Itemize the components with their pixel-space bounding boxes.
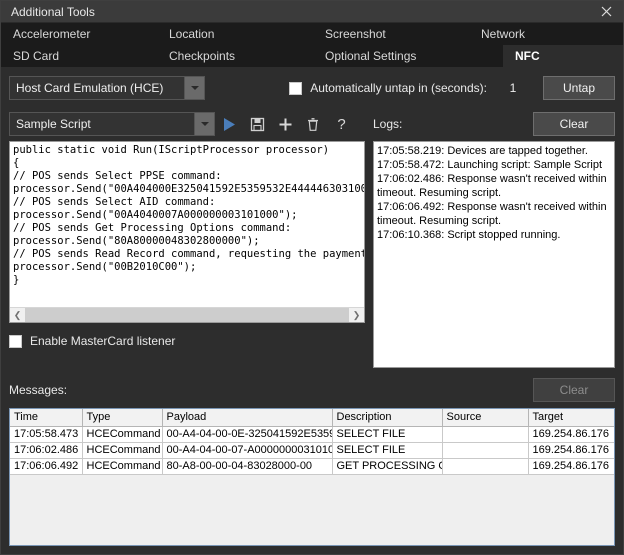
cell-source bbox=[442, 442, 529, 459]
column-header-payload[interactable]: Payload bbox=[162, 409, 333, 427]
table-row[interactable]: 17:06:02.486 HCECommand 00-A4-04-00-07-A… bbox=[10, 442, 614, 459]
logs-pane: Logs: Clear 17:05:58.219: Devices are ta… bbox=[373, 111, 615, 368]
logs-clear-button[interactable]: Clear bbox=[533, 112, 615, 136]
question-icon[interactable]: ? bbox=[327, 111, 355, 137]
messages-header: Messages: Clear bbox=[9, 376, 615, 404]
logs-title: Logs: bbox=[373, 117, 403, 131]
mastercard-listener-checkbox[interactable] bbox=[9, 334, 22, 348]
tab-label: NFC bbox=[515, 49, 540, 63]
window-title: Additional Tools bbox=[11, 4, 95, 19]
column-header-description[interactable]: Description bbox=[332, 409, 443, 427]
cell-description: SELECT FILE bbox=[332, 426, 443, 443]
save-icon[interactable] bbox=[243, 111, 271, 137]
tab-label: Optional Settings bbox=[325, 49, 417, 63]
tab-row-1: Accelerometer Location Screenshot Networ… bbox=[1, 23, 623, 45]
svg-text:?: ? bbox=[337, 116, 345, 132]
cell-target: 169.254.86.176 bbox=[528, 442, 614, 459]
tab-label: Screenshot bbox=[325, 27, 386, 41]
play-icon[interactable] bbox=[215, 111, 243, 137]
tab-nfc[interactable]: NFC bbox=[503, 45, 623, 67]
messages-grid[interactable]: Time Type Payload Description Source Tar… bbox=[9, 408, 615, 546]
log-entry: 17:05:58.472: Launching script: Sample S… bbox=[377, 159, 603, 171]
tab-label: Location bbox=[169, 27, 215, 41]
tab-label: Network bbox=[481, 27, 526, 41]
cell-target: 169.254.86.176 bbox=[528, 426, 614, 443]
cell-description: SELECT FILE bbox=[332, 442, 443, 459]
messages-table: Time Type Payload Description Source Tar… bbox=[10, 409, 614, 475]
script-code-text[interactable]: public static void Run(IScriptProcessor … bbox=[10, 142, 364, 307]
column-header-source[interactable]: Source bbox=[442, 409, 529, 427]
additional-tools-window: Additional Tools Accelerometer Location … bbox=[0, 0, 624, 555]
messages-clear-button[interactable]: Clear bbox=[533, 378, 615, 402]
mastercard-listener-label: Enable MasterCard listener bbox=[30, 334, 176, 348]
mastercard-listener-row: Enable MasterCard listener bbox=[9, 329, 365, 353]
cell-payload: 80-A8-00-00-04-83028000-00 bbox=[162, 458, 333, 475]
cell-description: GET PROCESSING OP bbox=[332, 458, 443, 475]
tab-checkpoints[interactable]: Checkpoints bbox=[157, 45, 313, 67]
log-entry: 17:06:02.486: Response wasn't received w… bbox=[377, 173, 607, 199]
auto-untap-checkbox[interactable] bbox=[289, 81, 303, 95]
messages-title: Messages: bbox=[9, 383, 68, 397]
column-header-type[interactable]: Type bbox=[82, 409, 163, 427]
scroll-right-icon[interactable]: ❯ bbox=[349, 308, 364, 322]
tab-label: SD Card bbox=[13, 49, 60, 63]
table-header-row: Time Type Payload Description Source Tar… bbox=[10, 409, 614, 427]
tab-label: Accelerometer bbox=[13, 27, 91, 41]
tab-row-2: SD Card Checkpoints Optional Settings NF… bbox=[1, 45, 623, 67]
logs-header: Logs: Clear bbox=[373, 111, 615, 137]
untap-button[interactable]: Untap bbox=[543, 76, 615, 100]
auto-untap-label: Automatically untap in (seconds): bbox=[310, 81, 487, 95]
script-select[interactable]: Sample Script bbox=[9, 112, 215, 136]
tab-sd-card[interactable]: SD Card bbox=[1, 45, 157, 67]
cell-source bbox=[442, 458, 529, 475]
cell-source bbox=[442, 426, 529, 443]
cell-payload: 00-A4-04-00-07-A0000000031010-0 bbox=[162, 442, 333, 459]
code-horizontal-scrollbar[interactable]: ❮ ❯ bbox=[10, 307, 364, 322]
cell-payload: 00-A4-04-00-0E-325041592E53595 bbox=[162, 426, 333, 443]
log-entry: 17:05:58.219: Devices are tapped togethe… bbox=[377, 145, 588, 157]
scroll-left-icon[interactable]: ❮ bbox=[10, 308, 25, 322]
script-toolbar: Sample Script ? bbox=[9, 111, 365, 137]
cell-type: HCECommand bbox=[82, 426, 163, 443]
tab-network[interactable]: Network bbox=[469, 23, 623, 45]
script-editor-pane: Sample Script ? public static void Run(I… bbox=[9, 111, 365, 368]
script-select-value: Sample Script bbox=[16, 117, 91, 131]
title-bar: Additional Tools bbox=[1, 1, 623, 23]
auto-untap-group: Automatically untap in (seconds): 1 Unta… bbox=[289, 76, 615, 100]
mode-row: Host Card Emulation (HCE) Automatically … bbox=[9, 75, 615, 101]
cell-target: 169.254.86.176 bbox=[528, 458, 614, 475]
cell-type: HCECommand bbox=[82, 458, 163, 475]
tab-screenshot[interactable]: Screenshot bbox=[313, 23, 469, 45]
nfc-panel: Host Card Emulation (HCE) Automatically … bbox=[1, 67, 623, 554]
table-row[interactable]: 17:06:06.492 HCECommand 80-A8-00-00-04-8… bbox=[10, 458, 614, 475]
emulation-mode-select[interactable]: Host Card Emulation (HCE) bbox=[9, 76, 205, 100]
tab-label: Checkpoints bbox=[169, 49, 236, 63]
tab-optional-settings[interactable]: Optional Settings bbox=[313, 45, 503, 67]
tab-accelerometer[interactable]: Accelerometer bbox=[1, 23, 157, 45]
emulation-mode-value: Host Card Emulation (HCE) bbox=[16, 81, 164, 95]
scrollbar-thumb[interactable] bbox=[25, 308, 349, 322]
log-entry: 17:06:06.492: Response wasn't received w… bbox=[377, 201, 607, 227]
editor-logs-row: Sample Script ? public static void Run(I… bbox=[9, 111, 615, 368]
cell-type: HCECommand bbox=[82, 442, 163, 459]
tab-strip: Accelerometer Location Screenshot Networ… bbox=[1, 23, 623, 67]
cell-time: 17:05:58.473 bbox=[10, 426, 83, 443]
close-icon[interactable] bbox=[595, 2, 617, 22]
column-header-time[interactable]: Time bbox=[10, 409, 83, 427]
chevron-down-icon[interactable] bbox=[184, 77, 204, 99]
table-row[interactable]: 17:05:58.473 HCECommand 00-A4-04-00-0E-3… bbox=[10, 426, 614, 443]
logs-list[interactable]: 17:05:58.219: Devices are tapped togethe… bbox=[373, 141, 615, 368]
plus-icon[interactable] bbox=[271, 111, 299, 137]
cell-time: 17:06:02.486 bbox=[10, 442, 83, 459]
trash-icon[interactable] bbox=[299, 111, 327, 137]
tab-location[interactable]: Location bbox=[157, 23, 313, 45]
column-header-target[interactable]: Target bbox=[528, 409, 614, 427]
cell-time: 17:06:06.492 bbox=[10, 458, 83, 475]
chevron-down-icon[interactable] bbox=[194, 113, 214, 135]
log-entry: 17:06:10.368: Script stopped running. bbox=[377, 229, 561, 241]
auto-untap-seconds-input[interactable]: 1 bbox=[493, 81, 533, 95]
script-code-editor[interactable]: public static void Run(IScriptProcessor … bbox=[9, 141, 365, 323]
